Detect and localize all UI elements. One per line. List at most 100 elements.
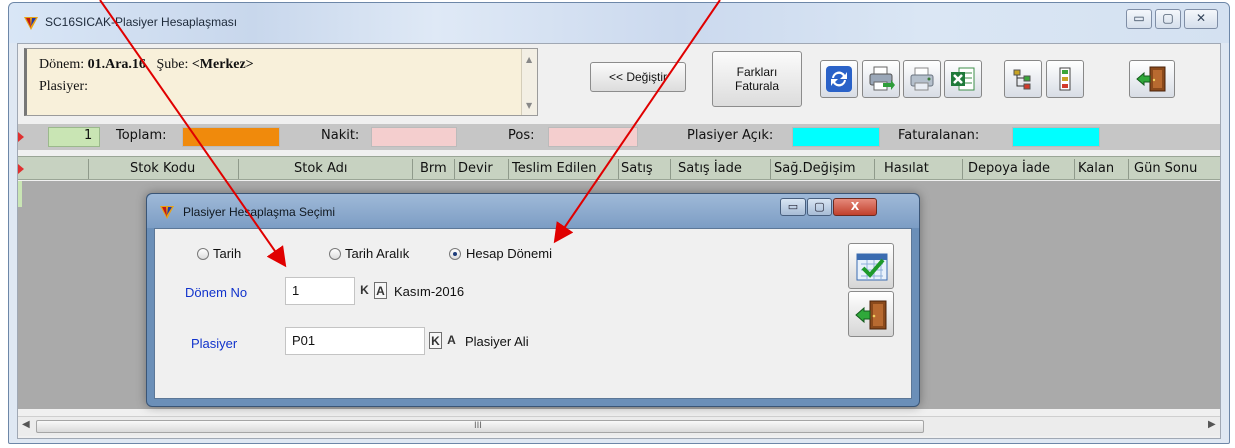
row-selector-strip (18, 181, 22, 207)
radio-tarih[interactable] (197, 248, 209, 260)
column-header-sag-degisim[interactable]: Sağ.Değişim (774, 161, 856, 176)
radio-hesap-donemi[interactable] (449, 248, 461, 260)
radio-tarih-aralik-label[interactable]: Tarih Aralık (345, 246, 409, 261)
exit-door-icon (1136, 66, 1166, 92)
scroll-down-icon[interactable]: ▼ (526, 101, 532, 110)
nakit-value (371, 127, 457, 147)
nakit-label: Nakit: (321, 128, 360, 143)
column-header-gun-sonu[interactable]: Gün Sonu (1134, 161, 1197, 176)
info-panel: Dönem: 01.Ara.16 Şube: <Merkez> Plasiyer… (24, 48, 538, 116)
minimize-button[interactable]: ▭ (1126, 9, 1152, 29)
column-header-depoya-iade[interactable]: Depoya İade (968, 161, 1050, 176)
window-title: SC16SICAK-Plasiyer Hesaplaşması (45, 15, 238, 29)
dialog-confirm-button[interactable] (848, 243, 894, 289)
horizontal-scrollbar[interactable]: ◀ III ▶ (18, 416, 1220, 436)
header-indicator-icon (18, 164, 24, 174)
column-separator (670, 159, 671, 179)
faturalanan-value (1012, 127, 1100, 147)
sube-value: <Merkez> (191, 57, 254, 72)
dialog-maximize-button[interactable]: ▢ (807, 198, 832, 216)
toplam-value (182, 127, 280, 147)
dialog-title: Plasiyer Hesaplaşma Seçimi (183, 205, 336, 219)
list-tree-icon (1059, 67, 1071, 91)
print-export-button[interactable] (862, 60, 900, 98)
column-header-teslim-edilen[interactable]: Teslim Edilen (512, 161, 596, 176)
plasiyer-dialog: Plasiyer Hesaplaşma Seçimi ▭ ▢ X Tarih T… (146, 193, 920, 407)
info-scrollbar[interactable]: ▲ ▼ (521, 49, 537, 115)
window-titlebar[interactable]: SC16SICAK-Plasiyer Hesaplaşması ▭ ▢ ✕ (9, 3, 1229, 43)
radio-hesap-donemi-label[interactable]: Hesap Dönemi (466, 246, 552, 261)
dialog-exit-button[interactable] (848, 291, 894, 337)
column-separator (508, 159, 509, 179)
close-button[interactable]: ✕ (1184, 9, 1218, 29)
plasiyer-a-button[interactable]: A (445, 332, 458, 349)
scroll-up-icon[interactable]: ▲ (526, 55, 532, 64)
plasiyer-k-button[interactable]: K (429, 332, 442, 349)
farklari-faturala-button[interactable]: Farkları Faturala (712, 51, 802, 107)
plasiyer-acik-value (792, 127, 880, 147)
pos-value (548, 127, 638, 147)
column-header-stok-kodu[interactable]: Stok Kodu (130, 161, 195, 176)
dialog-titlebar[interactable]: Plasiyer Hesaplaşma Seçimi ▭ ▢ X (147, 194, 919, 228)
dialog-body: Tarih Tarih Aralık Hesap Dönemi Dönem No… (154, 228, 912, 399)
column-separator (454, 159, 455, 179)
donem-line: Dönem: 01.Ara.16 Şube: <Merkez> (39, 57, 254, 73)
radio-tarih-aralik[interactable] (329, 248, 341, 260)
plasiyer-description: Plasiyer Ali (465, 334, 529, 349)
plasiyer-input[interactable]: P01 (285, 327, 425, 355)
faturala-label: Faturala (734, 79, 780, 93)
excel-icon (951, 67, 975, 91)
row-number: 1 (84, 128, 93, 143)
column-separator (238, 159, 239, 179)
plasiyer-acik-label: Plasiyer Açık: (687, 128, 774, 143)
dialog-logo-icon (160, 206, 174, 219)
column-header-hasilat[interactable]: Hasılat (884, 161, 929, 176)
donem-no-label: Dönem No (185, 285, 248, 300)
column-header-brm[interactable]: Brm (420, 161, 447, 176)
exit-button[interactable] (1129, 60, 1175, 98)
scroll-thumb[interactable]: III (36, 420, 924, 433)
grid-header: Stok Kodu Stok Adı Brm Devir Teslim Edil… (18, 156, 1220, 180)
print-button[interactable] (903, 60, 941, 98)
tree-icon (1013, 69, 1031, 90)
print-export-icon (869, 66, 895, 91)
donem-a-button[interactable]: A (374, 282, 387, 299)
calendar-check-icon (856, 253, 888, 281)
refresh-button[interactable] (820, 60, 858, 98)
radio-tarih-label[interactable]: Tarih (213, 246, 241, 261)
toplam-label: Toplam: (116, 128, 167, 143)
column-separator (1128, 159, 1129, 179)
column-header-devir[interactable]: Devir (458, 161, 493, 176)
plasiyer-field-label: Plasiyer (191, 336, 238, 351)
column-separator (874, 159, 875, 179)
dialog-close-button[interactable]: X (833, 198, 877, 216)
print-icon (910, 67, 934, 91)
pos-label: Pos: (508, 128, 535, 143)
degistir-button[interactable]: << Değiştir (590, 62, 686, 92)
donem-no-input[interactable]: 1 (285, 277, 355, 305)
column-header-satis-iade[interactable]: Satış İade (678, 161, 742, 176)
tree-view-button[interactable] (1004, 60, 1042, 98)
maximize-button[interactable]: ▢ (1155, 9, 1181, 29)
donem-label: Dönem: (39, 57, 85, 72)
column-separator (618, 159, 619, 179)
refresh-icon (826, 66, 852, 92)
scroll-left-icon[interactable]: ◀ (22, 419, 30, 430)
dialog-minimize-button[interactable]: ▭ (780, 198, 806, 216)
excel-button[interactable] (944, 60, 982, 98)
donem-description: Kasım-2016 (394, 284, 465, 299)
column-separator (1074, 159, 1075, 179)
app-logo-icon (24, 17, 38, 30)
column-header-kalan[interactable]: Kalan (1078, 161, 1114, 176)
list-tree-button[interactable] (1046, 60, 1084, 98)
farklari-label: Farkları (736, 65, 778, 79)
donem-value: 01.Ara.16 (87, 57, 146, 72)
scroll-right-icon[interactable]: ▶ (1208, 419, 1216, 430)
faturalanan-label: Faturalanan: (898, 128, 980, 143)
column-separator (962, 159, 963, 179)
column-header-satis[interactable]: Satış (621, 161, 653, 176)
totals-row: 1 Toplam: Nakit: Pos: Plasiyer Açık: Fat… (18, 124, 1220, 150)
plasiyer-info-label: Plasiyer: (39, 79, 88, 94)
column-header-stok-adi[interactable]: Stok Adı (294, 161, 348, 176)
donem-k-button[interactable]: K (358, 282, 371, 299)
